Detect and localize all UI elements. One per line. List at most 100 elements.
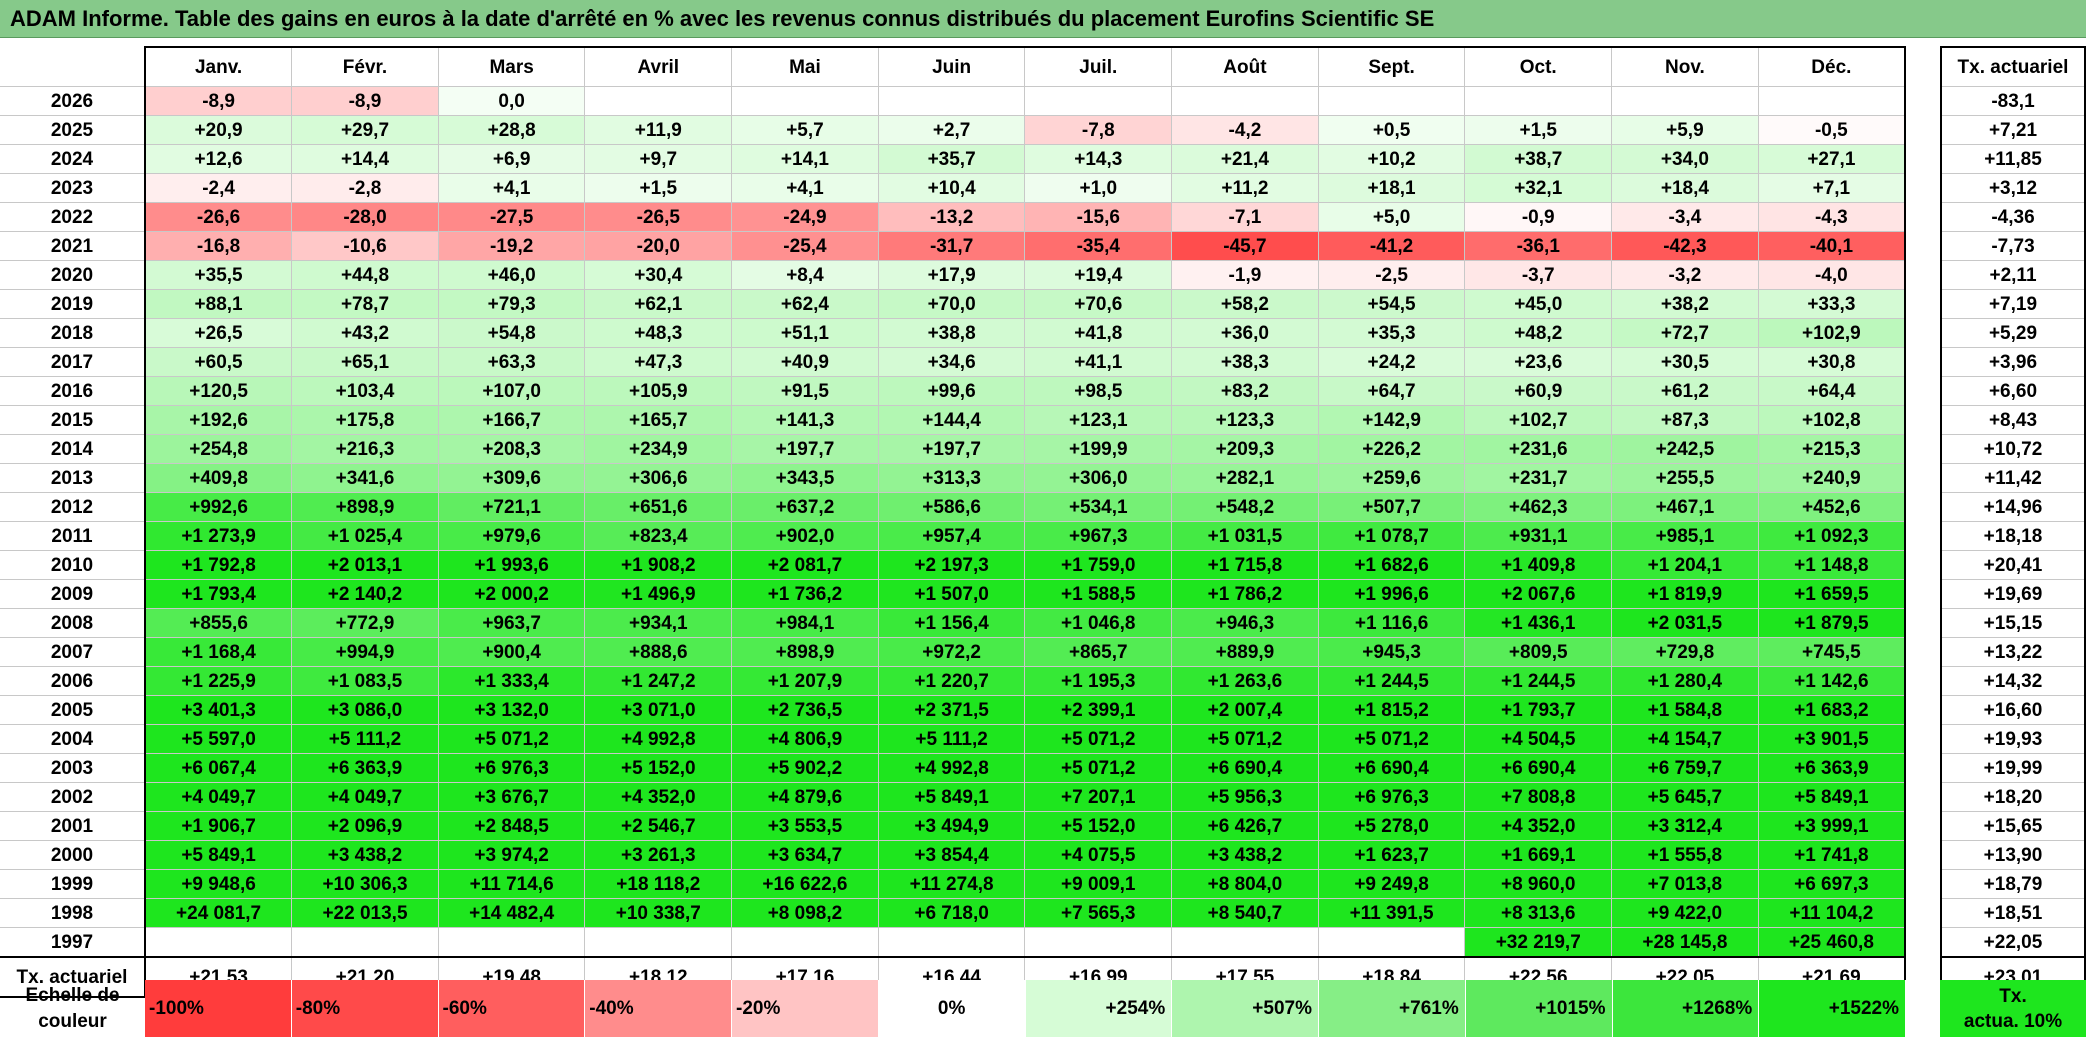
gain-cell: +5 111,2 — [291, 724, 439, 754]
gain-cell: +7 808,8 — [1464, 782, 1613, 812]
gain-cell: +255,5 — [1611, 463, 1759, 493]
gain-cell: -15,6 — [1024, 202, 1173, 232]
gain-cell: -41,2 — [1317, 231, 1466, 261]
table-row: 2008 +855,6 +772,9 +963,7 +934,1 +984,1 +1 156… — [0, 608, 1906, 638]
gain-cell: +38,8 — [877, 318, 1026, 348]
actuarial-cell: +19,99 — [1940, 753, 2086, 783]
gain-cell: +4 504,5 — [1464, 724, 1613, 754]
gain-cell: +3 438,2 — [291, 840, 439, 870]
gain-cell: +1 683,2 — [1757, 695, 1906, 725]
gain-cell: +6 976,3 — [437, 753, 586, 783]
gain-cell: +967,3 — [1024, 521, 1173, 551]
gain-cell — [437, 927, 586, 958]
gain-cell — [584, 927, 733, 958]
gain-cell: +240,9 — [1757, 463, 1906, 493]
table-row: 2005 +3 401,3 +3 086,0 +3 132,0 +3 071,0 +2 7… — [0, 695, 1906, 725]
table-row: 1999 +9 948,6 +10 306,3 +11 714,6 +18 118,2 +… — [0, 869, 1906, 899]
gain-cell: +1 993,6 — [437, 550, 586, 580]
gain-cell: +30,4 — [584, 260, 733, 290]
gain-cell: +1 793,4 — [144, 579, 293, 609]
gain-cell: +32 219,7 — [1464, 927, 1613, 958]
gain-cell: +38,3 — [1171, 347, 1319, 377]
gain-cell: +1 273,9 — [144, 521, 293, 551]
gain-cell: +1 207,9 — [731, 666, 879, 696]
gain-cell — [1024, 86, 1173, 116]
gain-cell: -4,3 — [1757, 202, 1906, 232]
table-row: 2000 +5 849,1 +3 438,2 +3 974,2 +3 261,3 +3 6… — [0, 840, 1906, 870]
gain-cell: -25,4 — [731, 231, 879, 261]
gain-cell: +7 207,1 — [1024, 782, 1173, 812]
gain-cell: +22 013,5 — [291, 898, 439, 928]
gain-cell — [877, 927, 1026, 958]
year-cell: 2010 — [0, 550, 146, 580]
gain-cell: +5,9 — [1611, 115, 1759, 145]
year-cell: 2005 — [0, 695, 146, 725]
gain-cell: +9 249,8 — [1317, 869, 1466, 899]
gain-cell: +14,1 — [731, 144, 879, 174]
gain-cell: +1 715,8 — [1171, 550, 1319, 580]
gain-cell: +2 031,5 — [1611, 608, 1759, 638]
gain-cell: +898,9 — [731, 637, 879, 667]
gain-cell: +87,3 — [1611, 405, 1759, 435]
gain-cell: +3 494,9 — [877, 811, 1026, 841]
actuarial-cell: +18,18 — [1940, 521, 2086, 551]
year-cell: 2003 — [0, 753, 146, 783]
gain-cell: +3 261,3 — [584, 840, 733, 870]
gain-cell: +823,4 — [584, 521, 733, 551]
gain-cell: +9,7 — [584, 144, 733, 174]
gain-cell: +70,6 — [1024, 289, 1173, 319]
year-cell: 2008 — [0, 608, 146, 638]
gain-cell: +62,1 — [584, 289, 733, 319]
gain-cell — [1464, 86, 1613, 116]
gain-cell: -13,2 — [877, 202, 1026, 232]
gain-cell: +79,3 — [437, 289, 586, 319]
gain-cell: +1 116,6 — [1317, 608, 1466, 638]
gain-cell: +18 118,2 — [584, 869, 733, 899]
gain-cell: +6 363,9 — [291, 753, 439, 783]
year-cell: 2024 — [0, 144, 146, 174]
actuarial-cell: -7,73 — [1940, 231, 2086, 261]
gain-cell: +3 312,4 — [1611, 811, 1759, 841]
actuarial-scale-swatch: Tx. actua. 10% — [1940, 980, 2086, 1037]
table-row: 2012 +992,6 +898,9 +721,1 +651,6 +637,2 +586,6… — [0, 492, 1906, 522]
gain-cell: +62,4 — [731, 289, 879, 319]
year-cell: 2022 — [0, 202, 146, 232]
gain-cell: +1 204,1 — [1611, 550, 1759, 580]
gain-cell: +105,9 — [584, 376, 733, 406]
gain-cell: +1,5 — [1464, 115, 1613, 145]
year-cell: 2002 — [0, 782, 146, 812]
gain-cell: +11,9 — [584, 115, 733, 145]
gain-cell: +4 352,0 — [1464, 811, 1613, 841]
actuarial-cell: -83,1 — [1940, 86, 2086, 116]
gain-cell: +1 793,7 — [1464, 695, 1613, 725]
gain-cell: -3,7 — [1464, 260, 1613, 290]
gain-cell: +4 154,7 — [1611, 724, 1759, 754]
gain-cell: +141,3 — [731, 405, 879, 435]
month-header: Juil. — [1024, 46, 1173, 87]
gain-cell: +934,1 — [584, 608, 733, 638]
gain-cell: +5,7 — [731, 115, 879, 145]
gain-cell: +24,2 — [1317, 347, 1466, 377]
gain-cell: +1 263,6 — [1171, 666, 1319, 696]
gain-cell: +3 071,0 — [584, 695, 733, 725]
gain-cell: +33,3 — [1757, 289, 1906, 319]
gain-cell: +1 879,5 — [1757, 608, 1906, 638]
gain-cell: +3 438,2 — [1171, 840, 1319, 870]
gain-cell: +0,5 — [1317, 115, 1466, 145]
gain-cell: +5 111,2 — [877, 724, 1026, 754]
gain-cell: +8 313,6 — [1464, 898, 1613, 928]
actuarial-cell: +3,12 — [1940, 173, 2086, 203]
gain-cell: +3 132,0 — [437, 695, 586, 725]
gain-cell: +3 974,2 — [437, 840, 586, 870]
gain-cell: +48,2 — [1464, 318, 1613, 348]
gain-cell: +120,5 — [144, 376, 293, 406]
month-header: Mai — [731, 46, 879, 87]
gain-cell: +3 086,0 — [291, 695, 439, 725]
year-cell: 2011 — [0, 521, 146, 551]
gain-cell: +48,3 — [584, 318, 733, 348]
gain-cell — [144, 927, 293, 958]
color-scale-swatch: +1522% — [1759, 980, 1906, 1037]
gain-cell: +14 482,4 — [437, 898, 586, 928]
table-row: 2020 +35,5 +44,8 +46,0 +30,4 +8,4 +17,9 +19,4 -1… — [0, 260, 1906, 290]
gain-cell: +18,1 — [1317, 173, 1466, 203]
